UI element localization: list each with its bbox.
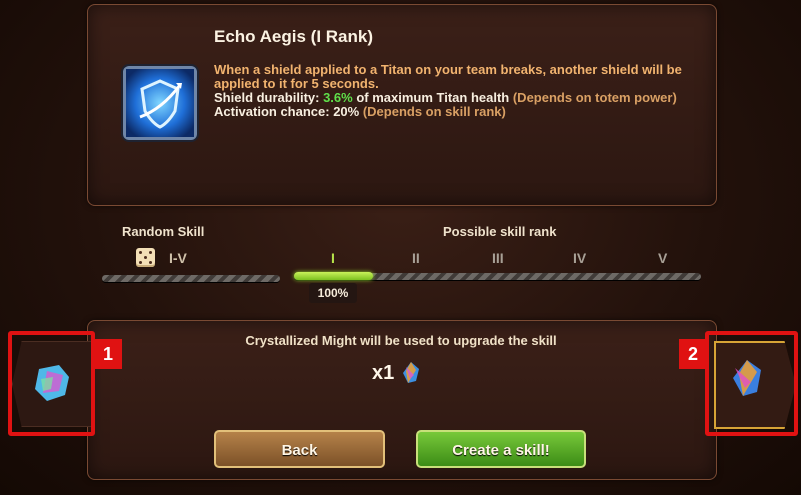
chance-note: (Depends on skill rank) [359,104,506,119]
durability-note: (Depends on totem power) [509,90,677,105]
create-skill-button[interactable]: Create a skill! [416,430,586,468]
rank-probability-text: 100% [309,283,357,303]
durability-suffix: of maximum Titan health [352,90,510,105]
rank-probability-fill [294,272,373,280]
random-skill-label: Random Skill [122,224,205,239]
back-button[interactable]: Back [214,430,385,468]
chance-label: Activation chance: 20% [214,104,360,119]
annotation-box-1 [8,331,95,436]
possible-rank-label: Possible skill rank [443,224,557,239]
rank-label-ii: II [412,250,420,266]
dice-icon [136,248,155,267]
activation-chance-line: Activation chance: 20% (Depends on skill… [214,105,694,119]
durability-value: 3.6% [323,90,353,105]
random-skill-bar [102,275,280,282]
rank-label-i: I [331,250,335,266]
crystallized-might-icon [403,362,419,383]
upgrade-text: Crystallized Might will be used to upgra… [245,333,557,348]
rank-label-iv: IV [573,250,587,266]
annotation-box-2 [705,331,798,436]
shield-icon [126,69,194,137]
rank-label-v: V [658,250,668,266]
rank-label-iii: III [492,250,504,266]
skill-description-main: When a shield applied to a Titan on your… [214,62,682,91]
upgrade-quantity: x1 [372,362,395,384]
shield-durability-line: Shield durability: 3.6% of maximum Titan… [214,91,694,105]
skill-title: Echo Aegis (I Rank) [214,27,374,46]
durability-label: Shield durability: [214,90,324,105]
annotation-marker-1: 1 [94,339,122,369]
annotation-marker-2: 2 [679,339,707,369]
skill-description: When a shield applied to a Titan on your… [214,63,694,119]
random-skill-range: I-V [169,250,187,266]
skill-icon [123,66,197,140]
